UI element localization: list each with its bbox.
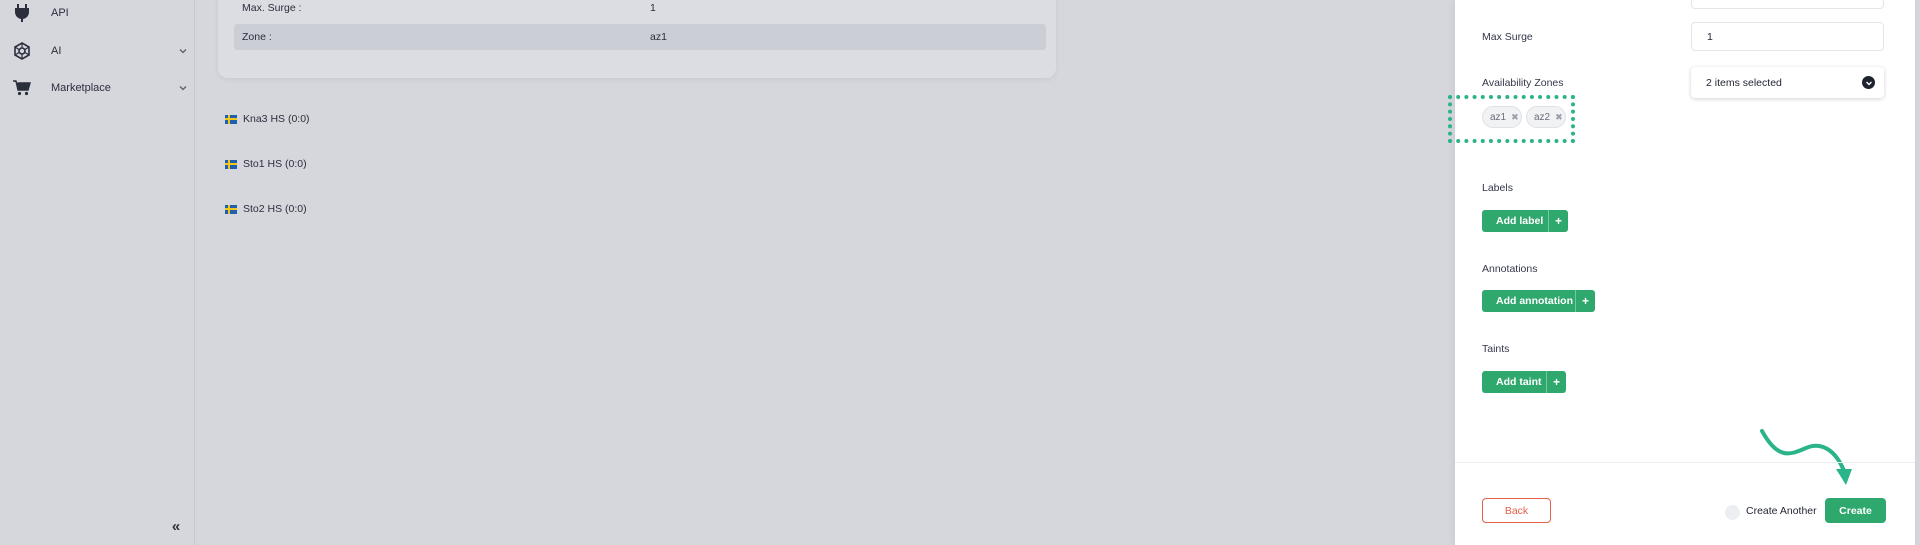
add-label-button[interactable]: Add label + [1482,210,1568,232]
availability-zones-selected-text: 2 items selected [1706,76,1782,89]
detail-row-max-surge: Max. Surge : 1 [234,0,1046,21]
plug-icon [12,3,32,23]
region-item[interactable]: Sto2 HS (0:0) [225,200,307,218]
add-annotation-text: Add annotation [1496,295,1573,307]
back-text: Back [1504,504,1529,517]
detail-value: 1 [650,2,656,14]
add-annotation-button[interactable]: Add annotation + [1482,290,1595,312]
double-chevron-left-icon: « [171,517,181,535]
previous-field-input[interactable] [1691,0,1884,9]
chevron-down-icon [179,86,187,91]
sweden-flag-icon [225,204,237,214]
max-surge-value: 1 [1707,30,1713,43]
sidebar-item-label: AI [51,45,62,57]
chevron-down-icon [179,49,187,54]
chevron-down-icon [1862,76,1875,89]
sidebar-item-api[interactable]: API [0,0,195,28]
detail-value: az1 [650,31,667,43]
annotations-label: Annotations [1482,263,1538,275]
sidebar-item-label: API [51,7,69,19]
sweden-flag-icon [225,159,237,169]
create-button[interactable]: Create [1825,498,1886,523]
plus-icon: + [1546,371,1566,393]
ai-network-icon [12,41,32,61]
availability-zones-select[interactable]: 2 items selected [1691,67,1884,98]
add-taint-button[interactable]: Add taint + [1482,371,1566,393]
create-another-toggle[interactable] [1725,505,1740,520]
collapse-sidebar-button[interactable]: « [168,518,184,534]
max-surge-label: Max Surge [1482,31,1533,43]
detail-row-zone: Zone : az1 [234,24,1046,50]
detail-key: Max. Surge : [242,2,302,14]
plus-icon: + [1548,210,1568,232]
taints-label: Taints [1482,343,1510,355]
region-item[interactable]: Sto1 HS (0:0) [225,155,307,173]
plus-icon: + [1575,290,1595,312]
availability-zones-label: Availability Zones [1482,77,1564,89]
sidebar-item-label: Marketplace [51,82,111,94]
labels-label: Labels [1482,182,1513,194]
region-label: Sto1 HS (0:0) [243,158,307,170]
sidebar: API AI Marketplace « [0,0,195,545]
detail-key: Zone : [242,31,272,43]
create-another-label: Create Another [1746,505,1817,517]
add-label-text: Add label [1496,215,1544,227]
sidebar-item-ai[interactable]: AI [0,36,195,66]
max-surge-input[interactable]: 1 [1691,22,1884,51]
panel-footer: Back Create Another Create [1455,462,1915,545]
create-text: Create [1839,504,1872,517]
region-item[interactable]: Kna3 HS (0:0) [225,110,310,128]
region-label: Sto2 HS (0:0) [243,203,307,215]
create-node-pool-panel: Max Surge 1 Availability Zones 2 items s… [1448,0,1915,545]
region-label: Kna3 HS (0:0) [243,113,310,125]
sidebar-item-marketplace[interactable]: Marketplace [0,73,195,103]
back-button[interactable]: Back [1482,498,1551,523]
sweden-flag-icon [225,114,237,124]
highlight-annotation [1448,95,1575,143]
add-taint-text: Add taint [1496,376,1542,388]
cart-icon [12,78,32,98]
